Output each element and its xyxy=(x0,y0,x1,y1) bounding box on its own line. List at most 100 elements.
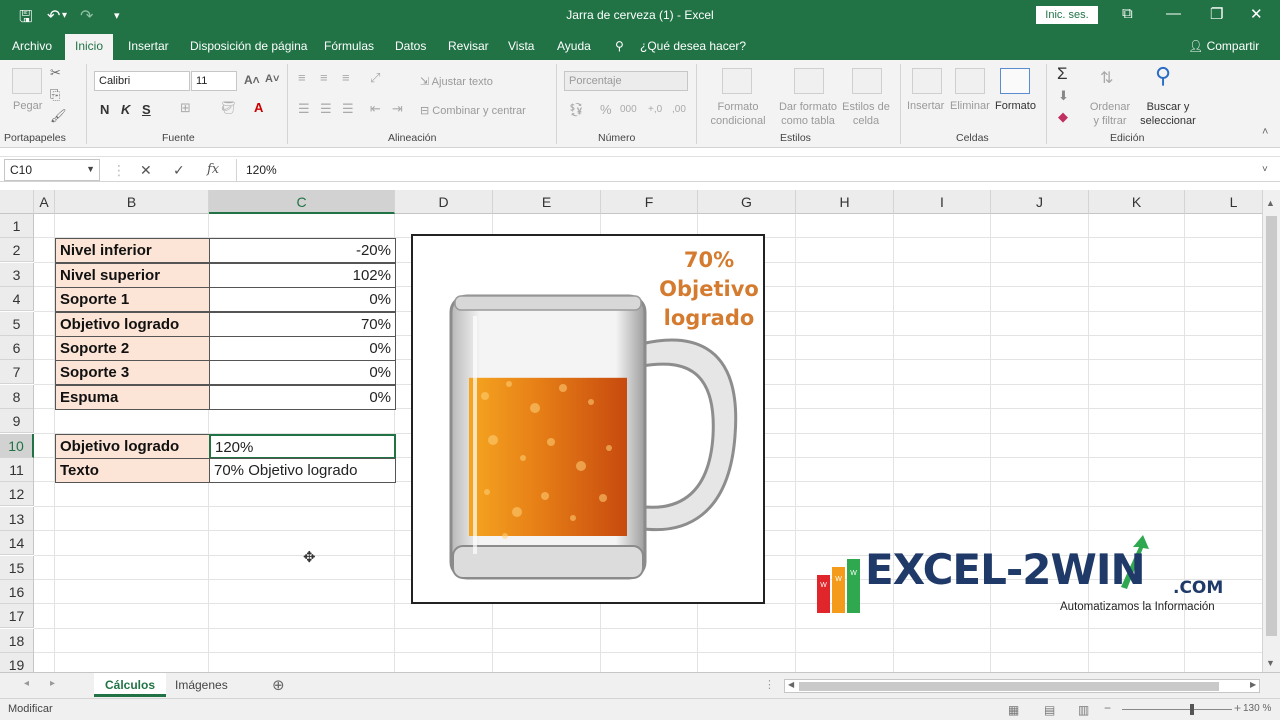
row-header-16[interactable]: 16 xyxy=(0,580,34,604)
row-header-8[interactable]: 8 xyxy=(0,384,34,409)
cell-c5[interactable]: 70% xyxy=(209,311,396,337)
column-header-b[interactable]: B xyxy=(55,190,209,214)
merge-center-button[interactable]: ⊟ Combinar y centrar xyxy=(420,104,526,117)
align-middle-icon[interactable]: ≡ xyxy=(320,70,328,85)
row-header-12[interactable]: 12 xyxy=(0,482,34,507)
insert-cells-icon[interactable] xyxy=(912,68,942,94)
fill-icon[interactable]: ⬇ xyxy=(1058,88,1069,104)
insert-function-button[interactable]: fx xyxy=(207,162,219,177)
format-as-table-icon[interactable] xyxy=(794,68,824,94)
sheet-tab-calculos[interactable]: Cálculos xyxy=(94,673,167,697)
row-header-15[interactable]: 15 xyxy=(0,555,34,580)
autosum-icon[interactable]: Σ xyxy=(1057,64,1068,84)
underline-button[interactable]: S xyxy=(142,102,151,117)
column-header-g[interactable]: G xyxy=(698,190,796,214)
zoom-slider[interactable] xyxy=(1122,709,1232,710)
row-header-3[interactable]: 3 xyxy=(0,262,34,287)
zoom-slider-thumb[interactable] xyxy=(1190,704,1194,715)
align-bottom-icon[interactable]: ≡ xyxy=(342,70,350,85)
row-header-13[interactable]: 13 xyxy=(0,506,34,531)
column-header-d[interactable]: D xyxy=(395,190,493,214)
tab-datos[interactable]: Datos xyxy=(395,39,426,53)
close-icon[interactable]: ✕ xyxy=(1250,5,1263,23)
formula-input[interactable]: 120% xyxy=(236,159,1276,181)
tab-vista[interactable]: Vista xyxy=(508,39,534,53)
ribbon-display-options-icon[interactable]: ⧉ xyxy=(1122,5,1133,22)
scroll-left-icon[interactable]: ◀ xyxy=(788,680,794,689)
horizontal-scroll-thumb[interactable] xyxy=(799,682,1219,691)
cell-styles-icon[interactable] xyxy=(852,68,882,94)
restore-icon[interactable]: ❐ xyxy=(1210,5,1223,23)
select-all-corner[interactable] xyxy=(0,190,34,214)
clear-icon[interactable]: ◆ xyxy=(1058,109,1068,125)
page-layout-view-icon[interactable]: ▤ xyxy=(1044,703,1055,717)
cell-c3[interactable]: 102% xyxy=(209,262,396,288)
row-header-9[interactable]: 9 xyxy=(0,409,34,434)
row-header-14[interactable]: 14 xyxy=(0,531,34,556)
row-header-6[interactable]: 6 xyxy=(0,336,34,360)
name-box[interactable]: C10 ▼ xyxy=(4,159,100,181)
cut-icon[interactable]: ✂ xyxy=(50,65,61,81)
zoom-out-icon[interactable]: − xyxy=(1104,701,1111,715)
lightbulb-icon[interactable]: ⚲ xyxy=(615,39,624,53)
tab-insertar[interactable]: Insertar xyxy=(128,39,169,53)
row-header-2[interactable]: 2 xyxy=(0,238,34,263)
cell-b10[interactable]: Objetivo logrado xyxy=(55,433,210,459)
row-header-1[interactable]: 1 xyxy=(0,214,34,238)
next-sheet-icon[interactable]: ▸ xyxy=(50,678,55,689)
cell-b3[interactable]: Nivel superior xyxy=(55,262,210,288)
page-break-view-icon[interactable]: ▥ xyxy=(1078,703,1089,717)
paste-button[interactable]: Pegar xyxy=(13,100,42,112)
sort-filter-button[interactable]: Ordenar y filtrar xyxy=(1086,100,1134,128)
prev-sheet-icon[interactable]: ◂ xyxy=(24,678,29,689)
copy-icon[interactable]: ⎘ xyxy=(50,87,60,103)
cell-c7[interactable]: 0% xyxy=(209,360,396,386)
bold-button[interactable]: N xyxy=(100,102,109,117)
format-as-table-button[interactable]: Dar formato como tabla xyxy=(774,100,842,128)
tab-ayuda[interactable]: Ayuda xyxy=(557,39,591,53)
increase-decimal-icon[interactable]: +,0 xyxy=(648,104,662,115)
cell-c10[interactable]: 120% xyxy=(209,433,396,459)
zoom-in-icon[interactable]: + xyxy=(1234,701,1241,715)
borders-icon[interactable]: ⊞ xyxy=(180,100,191,116)
column-header-l[interactable]: L xyxy=(1185,190,1262,214)
row-header-10[interactable]: 10 xyxy=(0,433,34,458)
worksheet-grid[interactable]: ABCDEFGHIJKL 1 2 3 4 5 6 7 8 9 10 11 12 13 14 15 16 17 18… xyxy=(0,190,1262,672)
cell-b2[interactable]: Nivel inferior xyxy=(55,238,210,264)
insert-cells-button[interactable]: Insertar xyxy=(907,100,944,112)
row-header-4[interactable]: 4 xyxy=(0,287,34,312)
cell-c8[interactable]: 0% xyxy=(209,384,396,410)
format-cells-button[interactable]: Formato xyxy=(995,100,1036,112)
column-header-e[interactable]: E xyxy=(493,190,601,214)
comma-style-icon[interactable]: 000 xyxy=(620,104,637,115)
fill-color-icon[interactable]: 🪣︎ xyxy=(220,100,237,116)
increase-indent-icon[interactable]: ⇥ xyxy=(392,101,403,117)
cell-b11[interactable]: Texto xyxy=(55,458,210,483)
column-header-i[interactable]: I xyxy=(894,190,991,214)
find-select-icon[interactable]: ⚲ xyxy=(1155,63,1171,89)
minimize-icon[interactable]: — xyxy=(1166,5,1181,22)
tab-split-grip-icon[interactable]: ⋮ xyxy=(764,678,775,691)
wrap-text-button[interactable]: ⇲ Ajustar texto xyxy=(420,75,493,88)
share-button[interactable]: 👤︎ Compartir xyxy=(1188,39,1259,53)
sort-filter-icon[interactable]: ⇅ xyxy=(1100,68,1113,88)
column-header-c[interactable]: C xyxy=(209,190,395,214)
decrease-indent-icon[interactable]: ⇤ xyxy=(370,101,381,117)
cancel-entry-icon[interactable]: ✕ xyxy=(140,162,152,179)
cell-c6[interactable]: 0% xyxy=(209,336,396,361)
font-family-combo[interactable]: Calibri xyxy=(94,71,190,91)
expand-formula-bar-icon[interactable]: ˅ xyxy=(1262,164,1268,175)
horizontal-scrollbar[interactable]: ◀ ▶ xyxy=(784,679,1260,693)
tab-revisar[interactable]: Revisar xyxy=(448,39,489,53)
row-header-11[interactable]: 11 xyxy=(0,458,34,482)
column-header-j[interactable]: J xyxy=(991,190,1089,214)
zoom-level[interactable]: 130 % xyxy=(1243,703,1271,714)
cell-b6[interactable]: Soporte 2 xyxy=(55,336,210,361)
column-header-h[interactable]: H xyxy=(796,190,894,214)
row-header-19[interactable]: 19 xyxy=(0,653,34,672)
delete-cells-button[interactable]: Eliminar xyxy=(950,100,990,112)
name-box-dropdown-icon[interactable]: ▼ xyxy=(86,164,95,174)
grow-font-icon[interactable]: A˄ xyxy=(244,73,260,87)
shrink-font-icon[interactable]: A˅ xyxy=(265,73,279,85)
confirm-entry-icon[interactable]: ✓ xyxy=(173,162,185,179)
